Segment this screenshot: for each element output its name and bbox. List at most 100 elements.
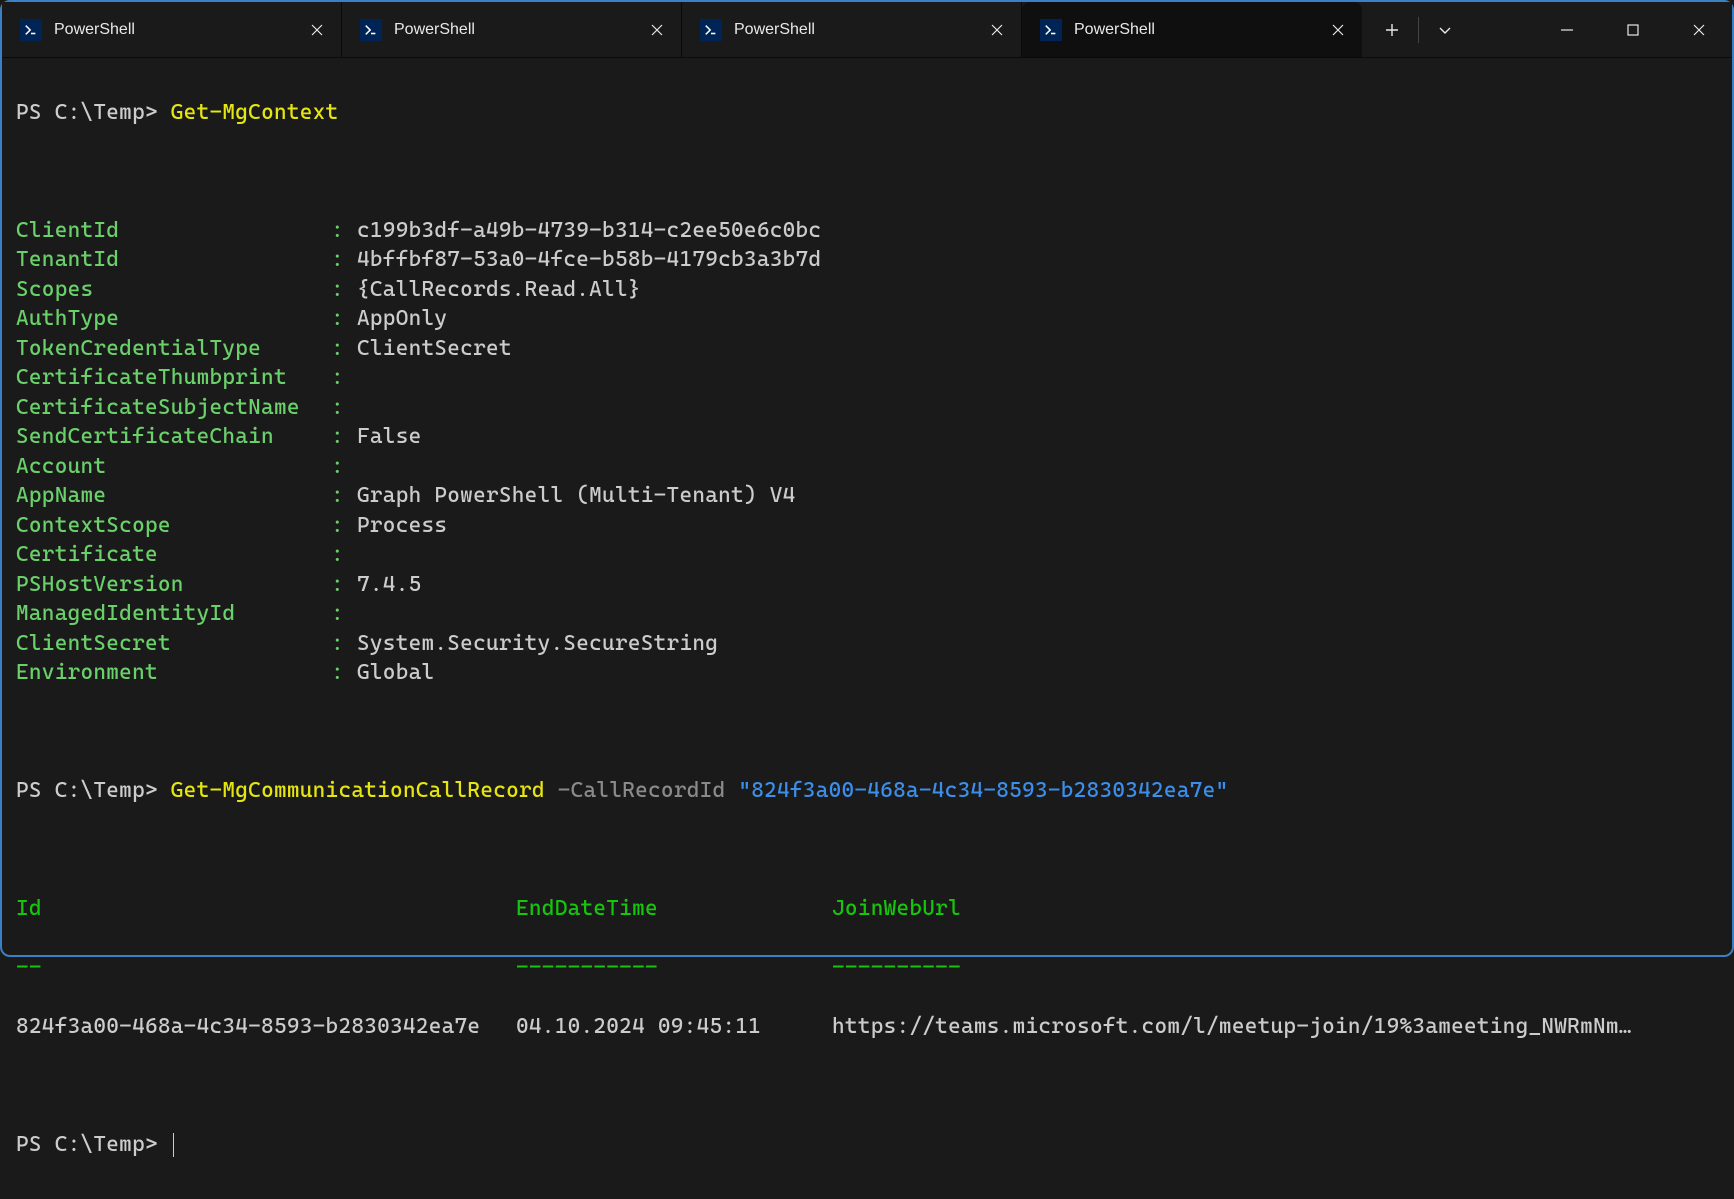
divider — [1418, 17, 1419, 43]
property-value: Graph PowerShell (Multi-Tenant) V4 — [357, 481, 796, 511]
property-colon: : — [331, 422, 357, 452]
prompt: PS C:\Temp> — [16, 778, 171, 803]
property-key: Account — [16, 452, 331, 482]
tab-dropdown-button[interactable] — [1423, 8, 1467, 52]
property-row: AppName:Graph PowerShell (Multi-Tenant) … — [16, 481, 1718, 511]
property-key: SendCertificateChain — [16, 422, 331, 452]
property-colon: : — [331, 245, 357, 275]
powershell-icon — [700, 19, 722, 41]
powershell-icon — [1040, 19, 1062, 41]
column-header-enddatetime: EndDateTime — [516, 894, 832, 924]
titlebar-actions — [1362, 2, 1467, 57]
table-divider-row: ----------------------- — [16, 953, 1718, 983]
new-tab-button[interactable] — [1370, 8, 1414, 52]
property-key: ClientId — [16, 216, 331, 246]
property-value: 7.4.5 — [357, 570, 422, 600]
property-row: SendCertificateChain:False — [16, 422, 1718, 452]
property-row: ClientSecret:System.Security.SecureStrin… — [16, 629, 1718, 659]
powershell-icon — [360, 19, 382, 41]
tab-title: PowerShell — [1074, 21, 1324, 39]
command-name: Get-MgCommunicationCallRecord — [171, 778, 545, 803]
prompt-line: PS C:\Temp> — [16, 1130, 1718, 1160]
property-key: ManagedIdentityId — [16, 599, 331, 629]
property-key: TenantId — [16, 245, 331, 275]
maximize-button[interactable] — [1600, 2, 1666, 57]
property-row: ClientId:c199b3df-a49b-4739-b314-c2ee50e… — [16, 216, 1718, 246]
table-header-row: IdEndDateTimeJoinWebUrl — [16, 894, 1718, 924]
tab-3[interactable]: PowerShell — [682, 2, 1022, 57]
property-value: AppOnly — [357, 304, 447, 334]
tab-2[interactable]: PowerShell — [342, 2, 682, 57]
cell-joinweburl: https://teams.microsoft.com/l/meetup-joi… — [832, 1012, 1632, 1042]
property-row: ManagedIdentityId: — [16, 599, 1718, 629]
command-name: Get-MgContext — [171, 100, 339, 125]
tab-title: PowerShell — [54, 21, 303, 39]
property-row: TokenCredentialType:ClientSecret — [16, 334, 1718, 364]
property-row: AuthType:AppOnly — [16, 304, 1718, 334]
property-key: Scopes — [16, 275, 331, 305]
column-header-joinweburl: JoinWebUrl — [832, 894, 961, 924]
property-colon: : — [331, 304, 357, 334]
property-key: AppName — [16, 481, 331, 511]
tab-title: PowerShell — [734, 21, 983, 39]
tab-title: PowerShell — [394, 21, 643, 39]
property-key: ContextScope — [16, 511, 331, 541]
powershell-icon — [20, 19, 42, 41]
tab-4[interactable]: PowerShell — [1022, 2, 1362, 57]
property-colon: : — [331, 334, 357, 364]
minimize-button[interactable] — [1534, 2, 1600, 57]
property-value: Process — [357, 511, 447, 541]
close-button[interactable] — [1666, 2, 1732, 57]
property-value: Global — [357, 658, 434, 688]
property-row: ContextScope:Process — [16, 511, 1718, 541]
command-line-2: PS C:\Temp> Get-MgCommunicationCallRecor… — [16, 776, 1718, 806]
command-parameter: -CallRecordId — [558, 778, 726, 803]
property-colon: : — [331, 452, 357, 482]
property-key: PSHostVersion — [16, 570, 331, 600]
prompt: PS C:\Temp> — [16, 100, 171, 125]
window-controls — [1534, 2, 1732, 57]
prompt: PS C:\Temp> — [16, 1132, 171, 1157]
property-colon: : — [331, 511, 357, 541]
property-colon: : — [331, 658, 357, 688]
tab-close-button[interactable] — [983, 16, 1011, 44]
property-colon: : — [331, 481, 357, 511]
property-value: False — [357, 422, 422, 452]
property-colon: : — [331, 540, 357, 570]
property-row: CertificateThumbprint: — [16, 363, 1718, 393]
property-row: Certificate: — [16, 540, 1718, 570]
property-key: CertificateThumbprint — [16, 363, 331, 393]
property-key: CertificateSubjectName — [16, 393, 331, 423]
tab-close-button[interactable] — [303, 16, 331, 44]
property-value: c199b3df-a49b-4739-b314-c2ee50e6c0bc — [357, 216, 821, 246]
tab-close-button[interactable] — [643, 16, 671, 44]
property-row: Scopes:{CallRecords.Read.All} — [16, 275, 1718, 305]
tab-1[interactable]: PowerShell — [2, 2, 342, 57]
property-value: System.Security.SecureString — [357, 629, 718, 659]
terminal-output[interactable]: PS C:\Temp> Get-MgContext ClientId:c199b… — [2, 58, 1732, 1199]
property-key: TokenCredentialType — [16, 334, 331, 364]
command-argument: "824f3a00-468a-4c34-8593-b2830342ea7e" — [738, 778, 1228, 803]
property-colon: : — [331, 275, 357, 305]
command-line-1: PS C:\Temp> Get-MgContext — [16, 98, 1718, 128]
property-colon: : — [331, 393, 357, 423]
property-colon: : — [331, 216, 357, 246]
property-key: ClientSecret — [16, 629, 331, 659]
property-row: Environment:Global — [16, 658, 1718, 688]
property-value: {CallRecords.Read.All} — [357, 275, 641, 305]
property-colon: : — [331, 629, 357, 659]
property-value: 4bffbf87-53a0-4fce-b58b-4179cb3a3b7d — [357, 245, 821, 275]
property-value: ClientSecret — [357, 334, 512, 364]
table-row: 824f3a00-468a-4c34-8593-b2830342ea7e04.1… — [16, 1012, 1718, 1042]
property-colon: : — [331, 570, 357, 600]
property-key: AuthType — [16, 304, 331, 334]
property-row: PSHostVersion:7.4.5 — [16, 570, 1718, 600]
property-key: Certificate — [16, 540, 331, 570]
titlebar: PowerShell PowerShell PowerShell PowerShell — [2, 2, 1732, 58]
property-row: TenantId:4bffbf87-53a0-4fce-b58b-4179cb3… — [16, 245, 1718, 275]
property-key: Environment — [16, 658, 331, 688]
tab-close-button[interactable] — [1324, 16, 1352, 44]
column-header-id: Id — [16, 894, 516, 924]
property-colon: : — [331, 599, 357, 629]
cell-enddatetime: 04.10.2024 09:45:11 — [516, 1012, 832, 1042]
